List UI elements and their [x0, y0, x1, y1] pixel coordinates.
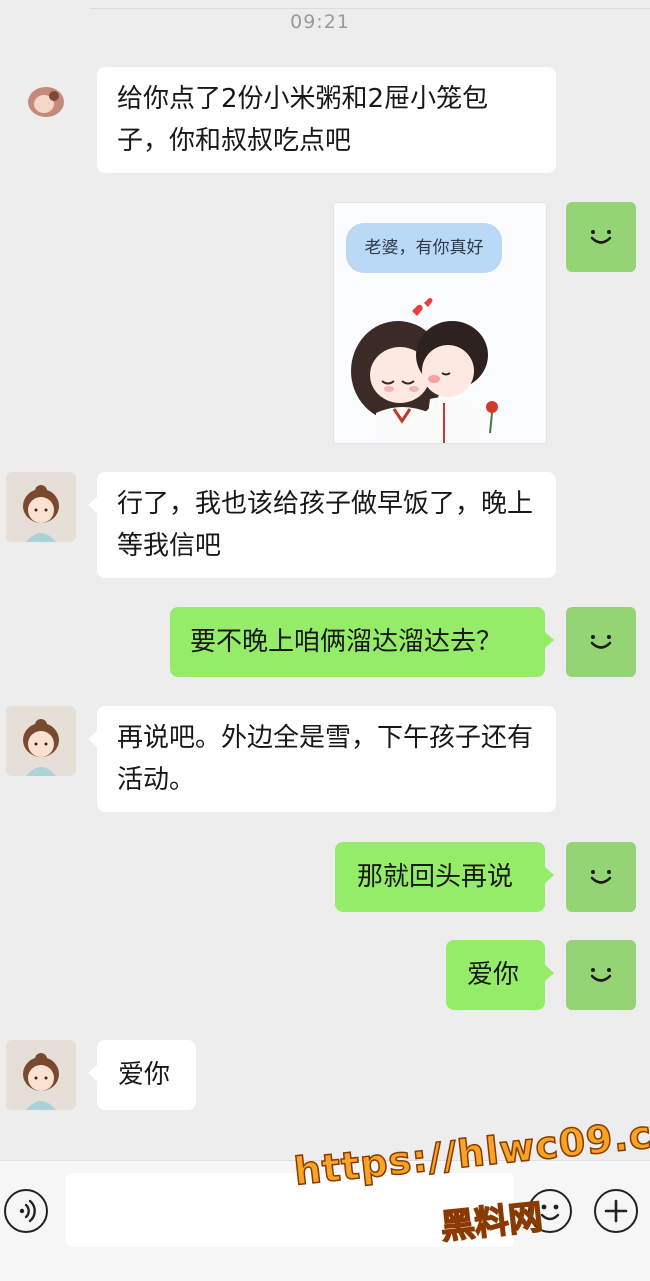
message-bubble-outgoing[interactable]: 要不晚上咱俩溜达溜达去？: [170, 607, 554, 677]
avatar-image: [6, 706, 76, 776]
contact-avatar[interactable]: [6, 706, 76, 776]
contact-avatar[interactable]: [6, 472, 76, 542]
message-bubble-outgoing[interactable]: 爱你: [446, 940, 554, 1010]
message-bubble-incoming[interactable]: 行了，我也该给孩子做早饭了，晚上等我信吧: [88, 472, 556, 578]
contact-avatar[interactable]: [6, 1040, 76, 1110]
message-text: 爱你: [118, 1060, 171, 1090]
smile-icon: [590, 635, 612, 649]
message-text: 要不晚上咱俩溜达溜达去？: [190, 627, 503, 657]
contact-avatar[interactable]: [16, 72, 76, 132]
plus-icon: [604, 1199, 628, 1223]
message-timestamp: 09:21: [290, 11, 350, 33]
avatar-image: [6, 472, 76, 542]
message-bubble-incoming[interactable]: 再说吧。外边全是雪，下午孩子还有活动。: [88, 706, 556, 812]
message-text: 爱你: [467, 960, 520, 990]
message-bubble-incoming[interactable]: 爱你: [88, 1040, 196, 1110]
message-bubble-incoming[interactable]: 给你点了2份小米粥和2屉小笼包子，你和叔叔吃点吧: [97, 67, 556, 173]
couple-sticker-illustration: [351, 298, 498, 443]
my-avatar[interactable]: [566, 842, 636, 912]
my-avatar[interactable]: [566, 202, 636, 272]
status-divider: [90, 8, 650, 9]
voice-button[interactable]: [4, 1189, 48, 1233]
message-text: 那就回头再说: [357, 862, 514, 892]
message-text: 再说吧。外边全是雪，下午孩子还有活动。: [117, 723, 534, 795]
smile-icon: [590, 230, 612, 244]
avatar-image: [28, 87, 64, 117]
smile-icon: [590, 870, 612, 884]
voice-icon: [19, 1199, 36, 1223]
avatar-image: [6, 1040, 76, 1110]
message-bubble-outgoing[interactable]: 那就回头再说: [335, 842, 554, 912]
message-text: 给你点了2份小米粥和2屉小笼包子，你和叔叔吃点吧: [117, 84, 489, 156]
my-avatar[interactable]: [566, 940, 636, 1010]
sticker-message[interactable]: 老婆，有你真好: [333, 202, 547, 444]
more-button[interactable]: [594, 1189, 638, 1233]
smile-icon: [590, 968, 612, 982]
my-avatar[interactable]: [566, 607, 636, 677]
message-text: 行了，我也该给孩子做早饭了，晚上等我信吧: [117, 489, 534, 561]
